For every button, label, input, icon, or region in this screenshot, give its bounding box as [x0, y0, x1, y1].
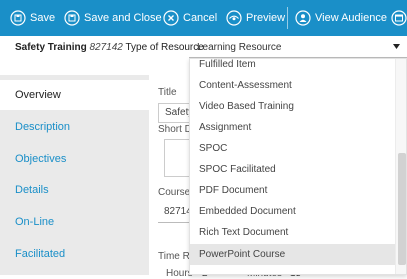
cancel-button[interactable]: Cancel — [163, 0, 217, 36]
option-content-assessment[interactable]: Content-Assessment — [190, 75, 395, 96]
view-audience-label: View Audience — [315, 12, 387, 24]
option-spoc-facilitated[interactable]: SPOC Facilitated — [190, 159, 395, 180]
more-button[interactable] — [391, 0, 407, 36]
save-button[interactable]: Save — [10, 0, 55, 36]
record-title: Safety Training — [15, 42, 87, 53]
window-icon — [391, 10, 407, 26]
eye-icon — [226, 10, 242, 26]
preview-button[interactable]: Preview — [226, 0, 285, 36]
toolbar-divider — [287, 7, 288, 29]
cancel-icon — [163, 10, 179, 26]
record-info: Safety Training 827142 Type of Resource — [15, 42, 204, 53]
save-and-close-label: Save and Close — [84, 12, 162, 24]
short-description-label: Short D — [158, 124, 192, 135]
dropdown-scrollbar[interactable] — [395, 59, 406, 274]
type-select-value: Learning Resource — [197, 42, 282, 53]
option-pdf-document[interactable]: PDF Document — [190, 180, 395, 201]
sidebar-item-facilitated[interactable]: Facilitated — [0, 239, 149, 269]
sidebar-item-on-line[interactable]: On-Line — [0, 207, 149, 237]
option-powerpoint-course[interactable]: PowerPoint Course — [190, 244, 395, 265]
option-spoc[interactable]: SPOC — [190, 138, 395, 159]
sidebar-item-details[interactable]: Details — [0, 175, 149, 205]
option-fulfilled-item[interactable]: Fulfilled Item — [190, 59, 395, 75]
floppy-icon — [10, 10, 26, 26]
option-assignment[interactable]: Assignment — [190, 117, 395, 138]
sidebar: Overview Description Objectives Details … — [0, 75, 149, 275]
cancel-label: Cancel — [183, 12, 218, 24]
save-label: Save — [30, 12, 56, 24]
type-of-resource-dropdown: Fulfilled Item Content-Assessment Video … — [189, 58, 407, 275]
sidebar-item-objectives[interactable]: Objectives — [0, 144, 149, 174]
sidebar-item-description[interactable]: Description — [0, 112, 149, 142]
type-of-resource-select[interactable]: Learning Resource — [189, 38, 407, 58]
view-audience-button[interactable]: View Audience — [295, 0, 387, 36]
audience-icon — [295, 10, 311, 26]
floppy-close-icon — [64, 10, 80, 26]
preview-label: Preview — [246, 12, 286, 24]
option-video-based-training[interactable]: Video Based Training — [190, 96, 395, 117]
save-and-close-button[interactable]: Save and Close — [64, 0, 162, 36]
dropdown-scrollbar-thumb[interactable] — [398, 153, 406, 265]
option-embedded-document[interactable]: Embedded Document — [190, 201, 395, 222]
option-rich-text-document[interactable]: Rich Text Document — [190, 222, 395, 243]
title-label: Title — [158, 87, 177, 98]
record-id: 827142 — [89, 42, 123, 53]
course-value: 82714 — [164, 206, 192, 217]
toolbar: Save Save and Close Cancel Preview View — [0, 0, 407, 36]
sidebar-item-overview[interactable]: Overview — [0, 80, 149, 110]
caret-down-icon — [393, 44, 400, 49]
course-label: Course — [158, 187, 191, 198]
